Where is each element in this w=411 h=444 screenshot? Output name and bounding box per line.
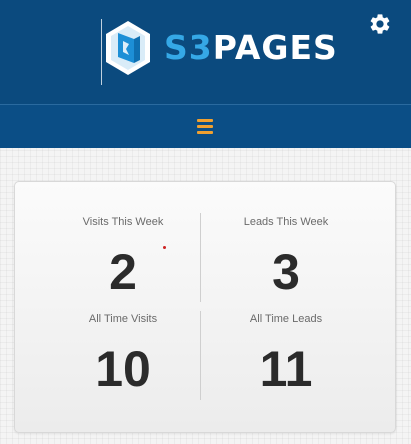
stat-label: All Time Visits [88,313,158,325]
logo-wordmark-suffix: PAGES [212,28,338,67]
menu-icon-bar [197,124,213,128]
logo-wordmark-prefix: S3 [164,28,213,67]
stat-value: 11 [259,341,313,397]
stat-value: 3 [272,244,300,300]
stat-all-time-visits: All Time Visits 10 [30,312,216,397]
stat-value: 2 [109,244,137,300]
status-dot [163,246,166,249]
stat-visits-this-week: Visits This Week 2 [30,215,216,300]
stat-label: All Time Leads [249,313,323,325]
stat-label: Visits This Week [82,216,164,228]
hamburger-menu-icon[interactable] [193,114,217,138]
gear-icon[interactable] [368,12,392,36]
stat-leads-this-week: Leads This Week 3 [193,215,379,300]
stat-label: Leads This Week [243,216,329,228]
menu-icon-bar [197,130,213,134]
app-header: S3PAGES [0,0,411,104]
menu-icon-bar [197,118,213,122]
logo-wordmark: S3PAGES [164,28,338,68]
stat-all-time-leads: All Time Leads 11 [193,312,379,397]
stat-value: 10 [95,341,151,397]
logo-divider [101,19,102,85]
logo-mark-icon [106,21,150,75]
